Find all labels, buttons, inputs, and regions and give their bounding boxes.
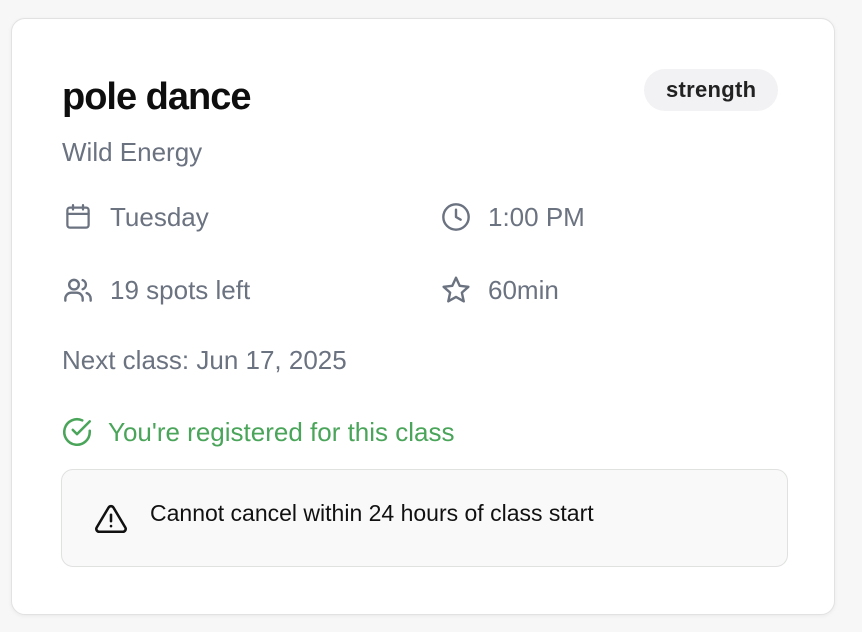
check-circle-icon xyxy=(60,415,94,449)
users-icon xyxy=(62,274,94,306)
class-duration-label: 60min xyxy=(488,275,559,305)
class-title: pole dance xyxy=(62,76,251,118)
class-card: pole dance strength Wild Energy Tuesday … xyxy=(11,18,835,615)
class-time-label: 1:00 PM xyxy=(488,202,585,232)
class-time: 1:00 PM xyxy=(440,200,585,234)
studio-name: Wild Energy xyxy=(62,137,203,167)
warning-triangle-icon xyxy=(94,502,128,536)
cancellation-notice: Cannot cancel within 24 hours of class s… xyxy=(61,469,788,567)
next-class-date: Next class: Jun 17, 2025 xyxy=(62,345,347,375)
calendar-icon xyxy=(62,201,94,233)
clock-icon xyxy=(440,201,472,233)
class-day: Tuesday xyxy=(62,200,209,234)
class-day-label: Tuesday xyxy=(110,202,209,232)
category-badge: strength xyxy=(644,69,779,111)
registration-status-text: You're registered for this class xyxy=(108,417,455,447)
class-spots-label: 19 spots left xyxy=(110,275,251,305)
star-icon xyxy=(440,274,472,306)
class-duration: 60min xyxy=(440,273,559,307)
class-spots: 19 spots left xyxy=(62,273,250,307)
registration-status: You're registered for this class xyxy=(60,415,455,449)
cancellation-notice-text: Cannot cancel within 24 hours of class s… xyxy=(150,500,594,526)
